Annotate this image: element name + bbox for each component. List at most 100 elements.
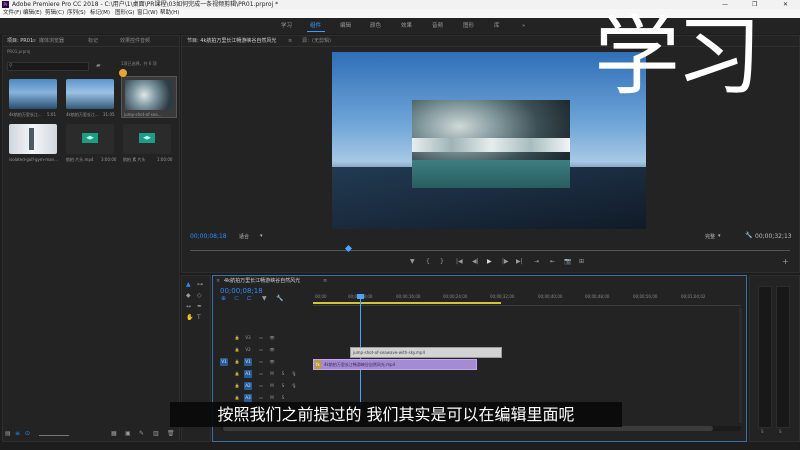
playhead-handle[interactable] [357, 294, 364, 299]
clip-v2[interactable]: jump-shot-of-seawave-with-sky.mp4 [350, 347, 502, 358]
slip-tool-icon[interactable]: ↔ [186, 303, 191, 311]
mute-button[interactable]: M [268, 394, 276, 402]
zoom-slider[interactable] [39, 435, 69, 436]
track-name[interactable]: A3 [244, 394, 252, 402]
audio-thumbnail[interactable]: ◀▶ [123, 124, 171, 154]
go-to-in-icon[interactable]: |◀ [456, 258, 463, 266]
search-input[interactable]: ⚲ [7, 62, 89, 71]
program-timecode[interactable]: 00;00;08;18 [190, 233, 227, 240]
tab-program[interactable]: 节目: 4k航拍万里长江畅游峡谷自然风光 [187, 36, 276, 46]
selection-tool-icon[interactable]: ▲ [186, 281, 191, 289]
track-name[interactable]: A1 [244, 370, 252, 378]
close-button[interactable]: ✕ [783, 0, 788, 9]
panel-menu-icon[interactable]: ≡ [323, 276, 327, 286]
icon-view-icon[interactable]: ⊙ [25, 430, 30, 438]
workspace-more-icon[interactable]: » [522, 18, 525, 34]
workspace-libraries[interactable]: 库 [494, 18, 500, 34]
solo-right[interactable]: S [779, 429, 782, 434]
step-forward-icon[interactable]: |▶ [502, 258, 509, 266]
media-thumbnail[interactable] [9, 124, 57, 154]
chevron-down-icon[interactable]: ▾ [260, 233, 263, 239]
quality-dropdown[interactable]: 完整 [705, 233, 715, 240]
menu-help[interactable]: 帮助(H) [160, 9, 179, 18]
mic-icon[interactable]: 🎙 [290, 370, 298, 378]
lock-icon[interactable]: 🔒 [233, 394, 241, 402]
tab-media-browser[interactable]: 媒体浏览器 [39, 36, 64, 46]
wrench-icon[interactable]: 🔧 [745, 232, 752, 239]
solo-button[interactable]: S [279, 370, 287, 378]
workspace-learn[interactable]: 学习 [281, 18, 292, 34]
razor-tool-icon[interactable]: ◇ [197, 292, 202, 300]
pen-tool-icon[interactable]: ✒ [197, 303, 202, 311]
comparison-view-icon[interactable]: ⊞ [579, 258, 584, 266]
toggle-sync-icon[interactable]: ▭ [257, 346, 265, 354]
lock-icon[interactable]: 🔒 [233, 346, 241, 354]
toggle-sync-icon[interactable]: ▭ [257, 370, 265, 378]
trash-icon[interactable]: 🗑 [167, 430, 175, 438]
close-icon[interactable]: × [216, 276, 220, 286]
menu-sequence[interactable]: 序列(S) [67, 9, 86, 18]
solo-left[interactable]: S [761, 429, 764, 434]
toggle-sync-icon[interactable]: ▭ [257, 358, 265, 366]
wave-overlay-clip[interactable] [412, 100, 570, 188]
menu-file[interactable]: 文件(F) [3, 9, 21, 18]
lock-icon[interactable]: 🔒 [233, 358, 241, 366]
lock-icon[interactable]: 🔒 [233, 334, 241, 342]
timeline-timecode[interactable]: 00;00;08;18 [220, 287, 263, 295]
time-ruler[interactable]: 00;00 00;00;08;00 00;00;16;00 00;00;24;0… [313, 289, 741, 306]
eye-icon[interactable]: 👁 [268, 346, 276, 354]
tab-source[interactable]: 源：(无剪辑) [302, 36, 331, 46]
toggle-sync-icon[interactable]: ▭ [257, 394, 265, 402]
selected-media-item[interactable]: jump-shot-of-sea... [121, 76, 177, 118]
solo-button[interactable]: S [279, 382, 287, 390]
lift-icon[interactable]: ⇥ [534, 258, 539, 266]
menu-marker[interactable]: 标记(M) [90, 9, 110, 18]
sequence-tab[interactable]: 4k航拍万里长江畅游峡谷自然风光 [224, 276, 300, 286]
automate-icon[interactable]: ▦ [111, 430, 117, 438]
work-area-bar[interactable] [313, 302, 501, 304]
media-thumbnail[interactable] [66, 79, 114, 109]
workspace-audio[interactable]: 音频 [432, 18, 443, 34]
add-marker-icon[interactable]: ▼ [410, 258, 415, 266]
add-button-icon[interactable]: + [782, 258, 789, 266]
list-view-icon[interactable]: ≡ [15, 430, 20, 438]
chevron-down-icon[interactable]: ▾ [718, 233, 721, 239]
nest-icon[interactable]: ⊕ [221, 295, 226, 303]
fit-dropdown[interactable]: 适合 [239, 233, 249, 240]
lock-icon[interactable]: ▤ [5, 430, 11, 438]
snap-icon[interactable]: ⊂ [234, 295, 239, 303]
panel-menu-icon[interactable]: ≡ [32, 36, 36, 46]
source-patch-v1[interactable]: V1 [220, 358, 228, 366]
mark-out-icon[interactable]: } [440, 258, 444, 266]
vertical-scrollbar[interactable] [739, 308, 742, 423]
find-icon[interactable]: ▣ [125, 430, 131, 438]
type-tool-icon[interactable]: T [197, 314, 201, 322]
workspace-effects[interactable]: 效果 [401, 18, 412, 34]
menu-window[interactable]: 窗口(W) [137, 9, 158, 18]
workspace-graphics[interactable]: 图形 [463, 18, 474, 34]
toggle-sync-icon[interactable]: ▭ [257, 334, 265, 342]
workspace-editing[interactable]: 编辑 [340, 18, 351, 34]
linked-selection-icon[interactable]: ⊏ [247, 295, 252, 303]
tab-project[interactable]: 项目: PR01 [7, 36, 33, 46]
mute-button[interactable]: M [268, 382, 276, 390]
track-name[interactable]: A2 [244, 382, 252, 390]
mute-button[interactable]: M [268, 370, 276, 378]
new-item-icon[interactable]: ▥ [153, 430, 159, 438]
ripple-edit-tool-icon[interactable]: ◆ [186, 292, 191, 300]
step-back-icon[interactable]: ◀| [472, 258, 479, 266]
scrub-bar[interactable] [190, 250, 790, 251]
lock-icon[interactable]: 🔒 [233, 382, 241, 390]
new-bin-icon[interactable]: ▰ [96, 62, 101, 69]
menu-edit[interactable]: 编辑(E) [23, 9, 42, 18]
add-marker-icon[interactable]: ▼ [262, 295, 267, 303]
solo-button[interactable]: S [279, 394, 287, 402]
menu-graphics[interactable]: 图形(G) [115, 9, 135, 18]
camera-icon[interactable]: 📷 [564, 258, 571, 266]
panel-menu-icon[interactable]: ≡ [288, 36, 292, 46]
audio-thumbnail[interactable]: ◀▶ [66, 124, 114, 154]
workspace-color[interactable]: 颜色 [370, 18, 381, 34]
play-icon[interactable]: ▶ [487, 258, 492, 266]
timeline-settings-icon[interactable]: 🔧 [276, 295, 283, 303]
extract-icon[interactable]: ⇤ [550, 258, 555, 266]
